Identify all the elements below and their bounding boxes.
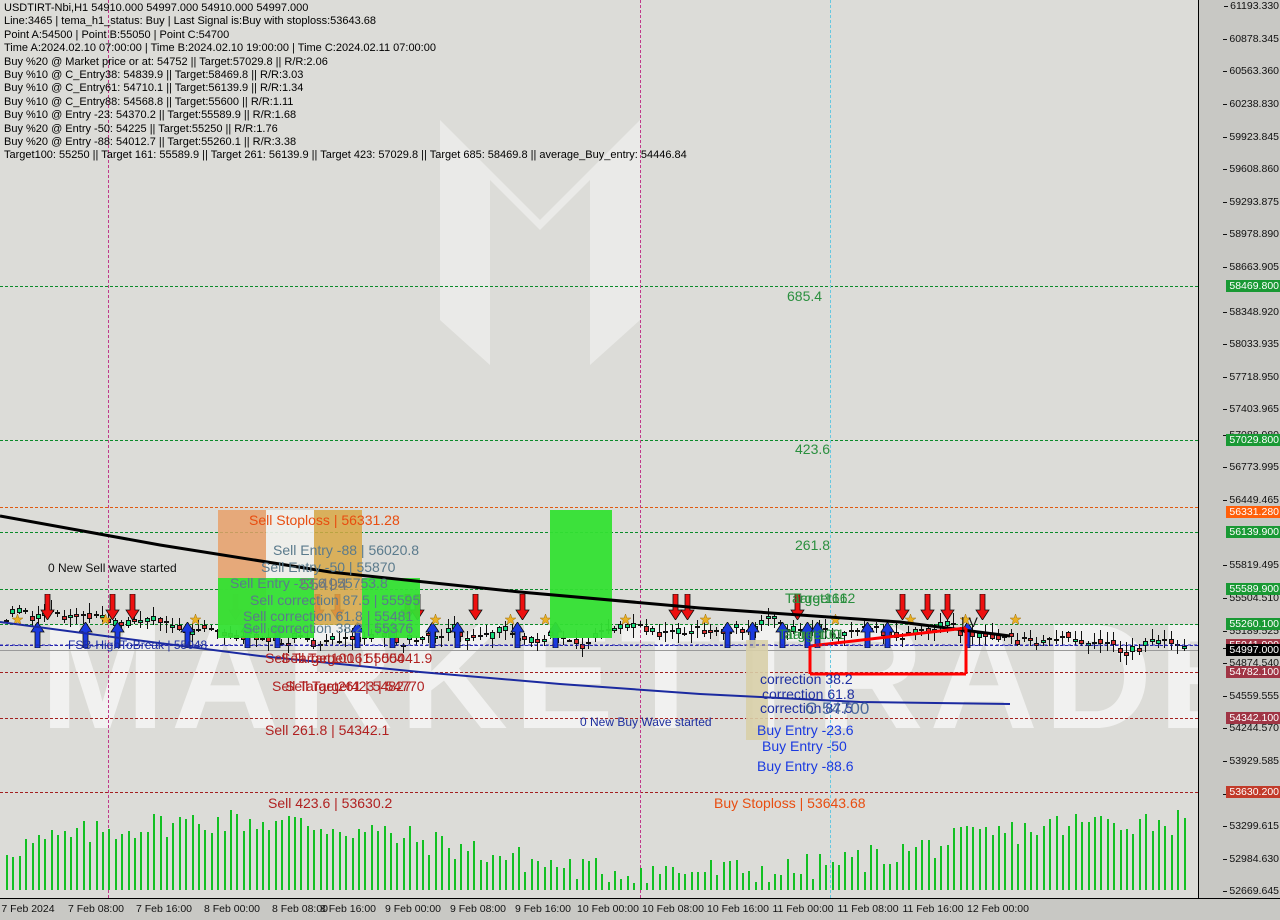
price-tick-label: 60563.360 — [1223, 65, 1279, 77]
time-axis[interactable]: 7 Feb 2024 7 Feb 08:00 7 Feb 16:00 8 Feb 00… — [0, 898, 1280, 920]
chart-annotation-label: | V — [961, 614, 978, 630]
price-level-tag[interactable]: 55589.900 — [1226, 583, 1280, 595]
price-tick-label: 58978.890 — [1223, 228, 1279, 240]
price-level-tag[interactable]: 57029.800 — [1226, 434, 1280, 446]
price-tick-label: 57403.965 — [1223, 403, 1279, 415]
chart-annotation-label: C 54700 — [805, 699, 870, 718]
price-tick-label: 60878.345 — [1223, 33, 1279, 45]
header-line-9: Buy %20 @ Entry -88: 54012.7 || Target:5… — [4, 135, 297, 148]
chart-info-header: USDTIRT-Nbi,H1 54910.000 54997.000 54910… — [4, 2, 687, 163]
chart-plot-area[interactable]: MARKETTRADE 685.4 423.6 261.8 Target161 Targ… — [0, 0, 1198, 898]
metatrader-chart-window[interactable]: MARKETTRADE 685.4 423.6 261.8 Target161 Targ… — [0, 0, 1280, 920]
price-tick-label: 52669.645 — [1223, 885, 1279, 897]
fibonacci-label: 423.6 — [795, 441, 831, 457]
time-tick-label: 10 Feb 00:00 — [577, 903, 639, 915]
price-level-tag[interactable]: 54782.100 — [1226, 666, 1280, 678]
chart-annotation-label: Buy Stoploss | 53643.68 — [714, 795, 866, 811]
chart-annotation-label: Sell 261.8 | 54342.1 — [265, 722, 390, 738]
time-tick-label: 11 Feb 00:00 — [772, 903, 834, 915]
chart-annotation-label: Sell correction 38.2 | 55376 — [243, 620, 414, 636]
tema-blue-line — [0, 621, 1011, 705]
header-line-1: Point A:54500 | Point B:55050 | Point C:… — [4, 28, 230, 41]
time-tick-label: 7 Feb 16:00 — [135, 903, 193, 915]
price-level-tag[interactable]: 54997.000 — [1226, 644, 1280, 656]
time-tick-label: 11 Feb 16:00 — [902, 903, 964, 915]
chart-annotation-label: Sell Entry -88 | 56020.8 — [273, 542, 420, 558]
header-line-2: Time A:2024.02.10 07:00:00 | Time B:2024… — [4, 42, 436, 55]
chart-annotation-label: Sell Target161 | 55041.9 — [281, 650, 433, 666]
price-level-tag[interactable]: 58469.800 — [1226, 280, 1280, 292]
symbol-ohlc-line: USDTIRT-Nbi,H1 54910.000 54997.000 54910… — [4, 2, 309, 14]
price-tick-label: 53299.615 — [1223, 820, 1279, 832]
price-tick-label: 61193.330 — [1224, 0, 1279, 12]
price-tick-label: 52984.630 — [1223, 853, 1279, 865]
price-tick-label: 55819.495 — [1223, 559, 1279, 571]
time-tick-label: 9 Feb 00:00 — [384, 903, 442, 915]
price-tick-label: 58663.905 — [1223, 261, 1279, 273]
price-tick-label: 53929.585 — [1223, 755, 1279, 767]
fibonacci-label: Target162 — [793, 590, 856, 606]
time-tick-label: 9 Feb 08:00 — [449, 903, 507, 915]
price-tick-label: 56449.465 — [1223, 494, 1279, 506]
price-level-tag[interactable]: 53630.200 — [1226, 786, 1280, 798]
price-tick-label: 58033.935 — [1223, 338, 1279, 350]
time-tick-label: 7 Feb 2024 — [1, 903, 55, 915]
chart-annotation-label: Sell correction 87.5 | 55595 — [250, 592, 421, 608]
header-line-10: Target100: 55250 || Target 161: 55589.9 … — [4, 149, 687, 162]
price-tick-label: 57718.950 — [1223, 371, 1279, 383]
chart-annotation-label: Buy Entry -23.6 — [757, 722, 854, 738]
chart-annotation-label: 0 New Sell wave started — [48, 561, 177, 575]
price-tick-label: 60238.830 — [1223, 98, 1279, 110]
time-tick-label: 11 Feb 08:00 — [837, 903, 899, 915]
time-tick-label: 8 Feb 00:00 — [203, 903, 261, 915]
price-level-tag[interactable]: 54342.100 — [1226, 712, 1280, 724]
fibonacci-label: 261.8 — [795, 537, 831, 553]
price-tick-label: 56773.995 — [1223, 461, 1279, 473]
chart-annotation-label: Buy Entry -50 — [762, 738, 847, 754]
time-tick-label: 10 Feb 16:00 — [707, 903, 769, 915]
header-line-7: Buy %10 @ Entry -23: 54370.2 || Target:5… — [4, 109, 297, 122]
fibonacci-label: Target 61 — [786, 626, 845, 642]
header-line-0: Line:3465 | tema_h1_status: Buy | Last S… — [4, 15, 377, 28]
time-tick-label: 12 Feb 00:00 — [967, 903, 1029, 915]
price-tick-label: 59608.860 — [1223, 163, 1279, 175]
time-tick-label: 8 Feb 16:00 — [319, 903, 377, 915]
price-level-tag[interactable]: 56331.280 — [1226, 506, 1280, 518]
price-tick-label: 58348.920 — [1223, 306, 1279, 318]
price-tick-label: 59923.845 — [1223, 131, 1279, 143]
chart-annotation-label: FSB-HighToBreak | 55048 — [68, 638, 208, 652]
tema-black-line — [0, 514, 1011, 638]
header-line-5: Buy %10 @ C_Entry61: 54710.1 || Target:5… — [4, 82, 304, 95]
header-line-3: Buy %20 @ Market price or at: 54752 || T… — [4, 55, 328, 68]
price-axis[interactable]: 61193.330 60878.345 60563.360 60238.830 5992… — [1198, 0, 1280, 898]
chart-annotation-label: correction 38.2 — [760, 671, 853, 687]
chart-annotation-label: Sell 423.6 | 53630.2 — [268, 795, 393, 811]
header-line-4: Buy %10 @ C_Entry38: 54839.9 || Target:5… — [4, 68, 304, 81]
price-tick-label: 59293.875 — [1223, 196, 1279, 208]
price-tick-label: 54559.555 — [1223, 690, 1279, 702]
price-level-tag[interactable]: 55260.100 — [1226, 618, 1280, 630]
price-level-tag[interactable]: 56139.900 — [1226, 526, 1280, 538]
time-tick-label: 7 Feb 08:00 — [67, 903, 125, 915]
header-line-6: Buy %10 @ C_Entry88: 54568.8 || Target:5… — [4, 95, 294, 108]
time-tick-label: 9 Feb 16:00 — [514, 903, 572, 915]
chart-annotation-label: 0 New Buy Wave started — [580, 715, 712, 729]
chart-annotation-label: Buy Entry -88.6 — [757, 758, 854, 774]
chart-annotation-label: Sell Entry -50 | 55870 — [261, 559, 396, 575]
header-line-8: Buy %20 @ Entry -50: 54225 || Target:552… — [4, 122, 278, 135]
chart-annotation-label: Sell Stoploss | 56331.28 — [249, 512, 400, 528]
chart-annotation-label: Sell Target423 | 54770 — [285, 678, 425, 694]
fibonacci-label: 685.4 — [787, 288, 823, 304]
time-tick-label: 10 Feb 08:00 — [642, 903, 704, 915]
